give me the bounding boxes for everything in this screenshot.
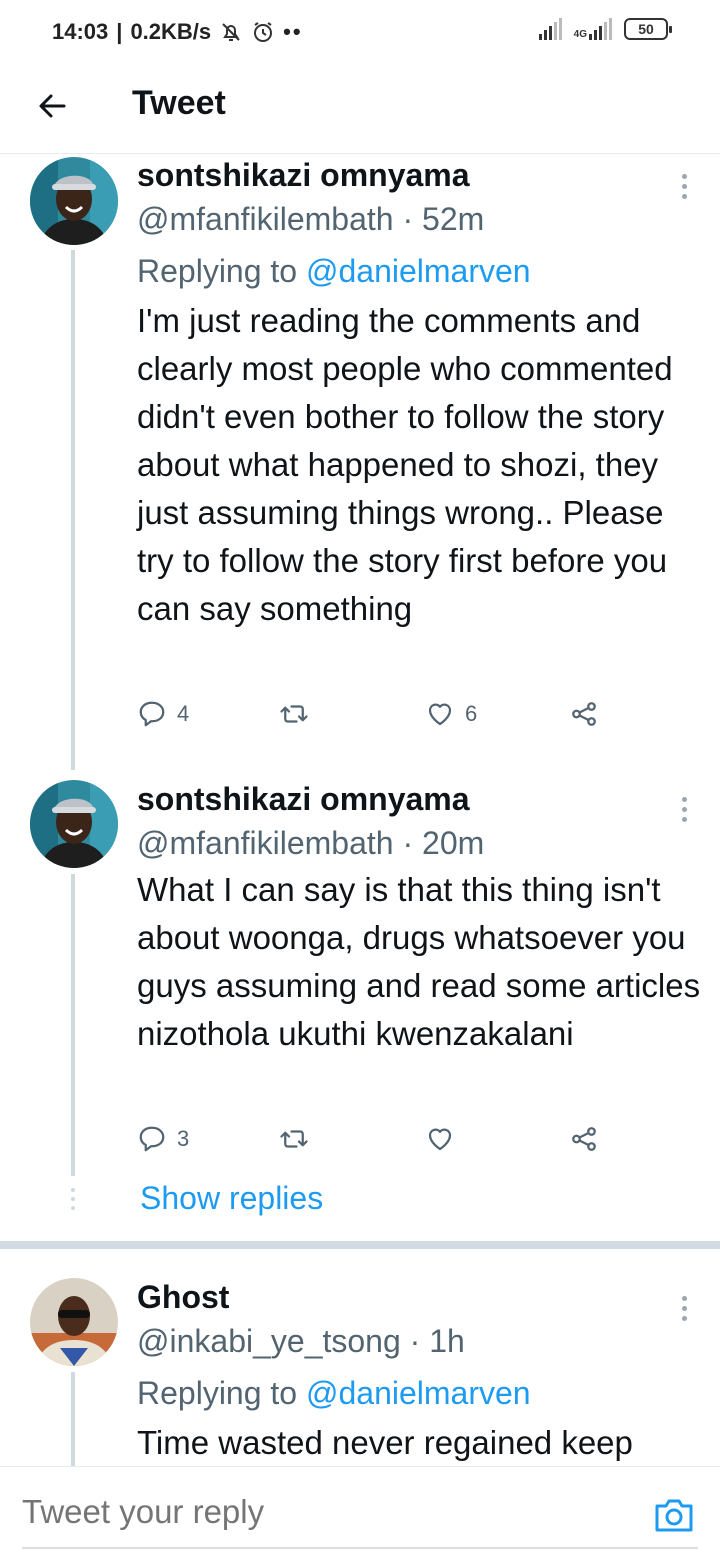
avatar[interactable] <box>30 1278 118 1366</box>
reply-icon <box>139 701 165 727</box>
status-bar: 14:03 | 0.2KB/s •• 4G 50 <box>0 0 720 64</box>
input-underline <box>22 1547 698 1549</box>
thread-line <box>71 874 75 1176</box>
avatar[interactable] <box>30 157 118 245</box>
notifications-off-icon <box>219 20 243 44</box>
status-time: 14:03 <box>52 19 109 44</box>
battery-level: 50 <box>638 21 654 37</box>
share-icon <box>572 702 596 726</box>
status-speed: 0.2KB/s <box>130 19 212 44</box>
retweet-icon <box>280 1130 308 1148</box>
retweet-icon <box>280 705 308 723</box>
avatar[interactable] <box>30 780 118 868</box>
status-more-icon: •• <box>283 19 303 44</box>
status-left: 14:03 | 0.2KB/s •• <box>52 19 303 44</box>
camera-button[interactable] <box>652 1495 696 1535</box>
section-divider <box>0 1241 720 1249</box>
back-button[interactable] <box>30 84 74 128</box>
author-name[interactable]: sontshikazi omnyama <box>137 157 470 194</box>
more-options-button[interactable] <box>672 168 696 204</box>
author-name[interactable]: Ghost <box>137 1279 229 1316</box>
more-options-button[interactable] <box>672 1290 696 1326</box>
arrow-left-icon <box>39 94 66 118</box>
author-name[interactable]: sontshikazi omnyama <box>137 781 470 818</box>
like-button[interactable] <box>425 1119 465 1159</box>
tweet-text: Time wasted never regained keep <box>137 1424 633 1461</box>
share-button[interactable] <box>569 1119 599 1159</box>
reply-button[interactable]: 4 <box>137 694 189 734</box>
reply-count: 4 <box>177 701 190 726</box>
reply-input[interactable] <box>22 1493 622 1531</box>
thread-line <box>71 250 75 770</box>
author-handle: @mfanfikilembath · 52m <box>137 201 485 237</box>
camera-icon <box>655 1499 693 1532</box>
replying-to: Replying to @danielmarven <box>137 253 531 289</box>
alarm-icon <box>251 20 275 44</box>
author-handle: @inkabi_ye_tsong · 1h <box>137 1323 465 1359</box>
tweet-actions: 4 6 <box>137 694 607 734</box>
signal-4g-icon: 4G <box>574 18 612 40</box>
tweet-text: I'm just reading the comments and clearl… <box>137 302 673 627</box>
like-button[interactable]: 6 <box>425 694 477 734</box>
show-replies-link[interactable]: Show replies <box>140 1180 323 1217</box>
retweet-button[interactable] <box>279 694 319 734</box>
heart-icon <box>428 703 452 726</box>
reply-count: 3 <box>177 1126 190 1151</box>
replying-to: Replying to @danielmarven <box>137 1375 531 1411</box>
like-count: 6 <box>465 701 478 726</box>
tweet-text: What I can say is that this thing isn't … <box>137 871 701 1052</box>
reply-icon <box>139 1126 165 1152</box>
status-right: 4G 50 <box>538 18 672 40</box>
top-app-bar: Tweet <box>0 64 720 154</box>
retweet-button[interactable] <box>279 1119 319 1159</box>
replying-to-link[interactable]: @danielmarven <box>306 253 531 289</box>
reply-composer <box>0 1466 720 1560</box>
replying-to-link[interactable]: @danielmarven <box>306 1375 531 1411</box>
thread-line <box>71 1372 75 1468</box>
author-handle: @mfanfikilembath · 20m <box>137 825 485 861</box>
share-icon <box>572 1127 596 1151</box>
thread-continue-dots <box>70 1188 76 1210</box>
page-title: Tweet <box>132 84 226 122</box>
share-button[interactable] <box>569 694 599 734</box>
reply-button[interactable]: 3 <box>137 1119 189 1159</box>
heart-icon <box>428 1128 452 1151</box>
tweet-actions: 3 <box>137 1119 607 1159</box>
more-options-button[interactable] <box>672 791 696 827</box>
battery-icon: 50 <box>624 18 672 40</box>
signal-icon <box>538 18 562 40</box>
